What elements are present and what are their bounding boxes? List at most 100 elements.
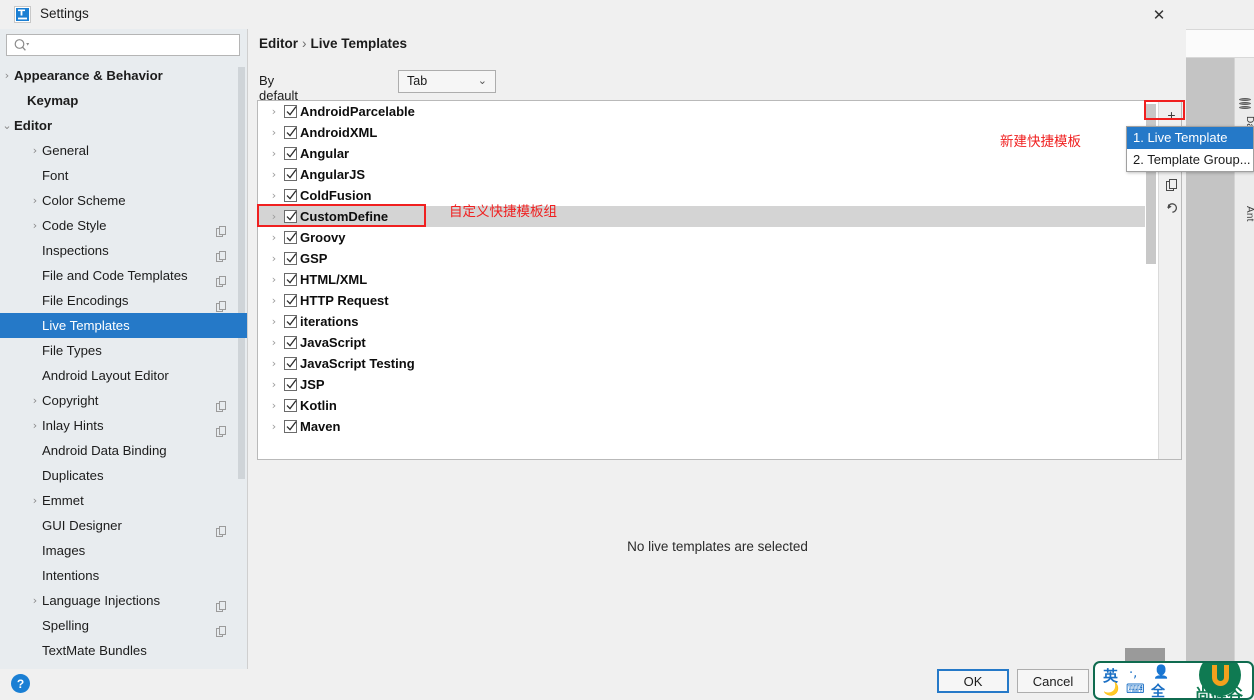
sidebar-item-textmate-bundles[interactable]: TextMate Bundles: [0, 638, 247, 663]
template-group-checkbox[interactable]: [284, 252, 297, 265]
sidebar-item-copyright[interactable]: › Copyright: [0, 388, 247, 413]
ime-toolbar[interactable]: 英 ·, 👤 🌙 ⌨ 全 尚硅谷: [1093, 661, 1254, 700]
chevron-right-icon[interactable]: ›: [268, 227, 280, 248]
ok-button[interactable]: OK: [937, 669, 1009, 693]
sidebar-item-file-types[interactable]: File Types: [0, 338, 247, 363]
template-group-checkbox[interactable]: [284, 189, 297, 202]
template-group-checkbox[interactable]: [284, 315, 297, 328]
sidebar-item-keymap[interactable]: Keymap: [0, 88, 247, 113]
template-group-checkbox[interactable]: [284, 336, 297, 349]
keyboard-icon[interactable]: ⌨: [1126, 682, 1145, 697]
template-group-row[interactable]: › JSP: [258, 374, 1145, 395]
chevron-right-icon[interactable]: ›: [29, 213, 41, 238]
search-input[interactable]: [33, 35, 233, 55]
sidebar-item-android-layout-editor[interactable]: Android Layout Editor: [0, 363, 247, 388]
user-icon[interactable]: 👤: [1153, 665, 1169, 680]
sidebar-item-spelling[interactable]: Spelling: [0, 613, 247, 638]
template-group-checkbox[interactable]: [284, 273, 297, 286]
template-group-checkbox[interactable]: [284, 147, 297, 160]
rail-tab-ant[interactable]: Ant: [1235, 206, 1254, 222]
add-menu-item-1[interactable]: 1. Live Template: [1127, 127, 1253, 149]
template-group-checkbox[interactable]: [284, 231, 297, 244]
chevron-right-icon[interactable]: ›: [29, 588, 41, 613]
template-group-row[interactable]: › Groovy: [258, 227, 1145, 248]
sidebar-item-file-encodings[interactable]: File Encodings: [0, 288, 247, 313]
template-group-checkbox[interactable]: [284, 210, 297, 223]
template-group-row[interactable]: › HTML/XML: [258, 269, 1145, 290]
template-group-row[interactable]: › JavaScript Testing: [258, 353, 1145, 374]
template-group-checkbox[interactable]: [284, 420, 297, 433]
chevron-right-icon[interactable]: ›: [29, 413, 41, 438]
chevron-right-icon[interactable]: ›: [268, 353, 280, 374]
template-groups-list[interactable]: › AndroidParcelable › AndroidXML › Angular › An…: [258, 101, 1145, 459]
expand-with-select[interactable]: Tab ⌄: [398, 70, 496, 93]
add-menu-item-2[interactable]: 2. Template Group...: [1127, 149, 1253, 171]
sidebar-item-emmet[interactable]: › Emmet: [0, 488, 247, 513]
add-template-button[interactable]: +: [1162, 105, 1181, 124]
sidebar-item-color-scheme[interactable]: › Color Scheme: [0, 188, 247, 213]
chevron-right-icon[interactable]: ›: [268, 248, 280, 269]
chevron-right-icon[interactable]: ›: [268, 122, 280, 143]
chevron-right-icon[interactable]: ›: [29, 138, 41, 163]
sidebar-item-editor[interactable]: ⌄ Editor: [0, 113, 247, 138]
punctuation-icon[interactable]: ·,: [1129, 666, 1137, 681]
sidebar-item-language-injections[interactable]: › Language Injections: [0, 588, 247, 613]
sidebar-item-android-data-binding[interactable]: Android Data Binding: [0, 438, 247, 463]
moon-icon[interactable]: 🌙: [1103, 682, 1119, 697]
template-group-row[interactable]: › iterations: [258, 311, 1145, 332]
chevron-down-icon[interactable]: ⌄: [1, 113, 13, 138]
template-group-row[interactable]: › ColdFusion: [258, 185, 1145, 206]
sidebar-item-live-templates[interactable]: Live Templates: [0, 313, 247, 338]
chevron-right-icon[interactable]: ›: [29, 388, 41, 413]
chevron-right-icon[interactable]: ›: [268, 206, 280, 227]
template-group-checkbox[interactable]: [284, 105, 297, 118]
template-group-checkbox[interactable]: [284, 378, 297, 391]
template-group-row[interactable]: › CustomDefine: [258, 206, 1145, 227]
sidebar-item-file-and-code-templates[interactable]: File and Code Templates: [0, 263, 247, 288]
template-group-checkbox[interactable]: [284, 399, 297, 412]
chevron-right-icon[interactable]: ›: [268, 332, 280, 353]
chevron-right-icon[interactable]: ›: [1, 63, 13, 88]
template-group-checkbox[interactable]: [284, 126, 297, 139]
sidebar-item-code-style[interactable]: › Code Style: [0, 213, 247, 238]
chevron-right-icon[interactable]: ›: [268, 164, 280, 185]
sidebar-item-inspections[interactable]: Inspections: [0, 238, 247, 263]
add-template-menu[interactable]: 1. Live Template 2. Template Group...: [1126, 126, 1254, 172]
template-group-row[interactable]: › HTTP Request: [258, 290, 1145, 311]
sidebar-item-inlay-hints[interactable]: › Inlay Hints: [0, 413, 247, 438]
copy-template-button[interactable]: [1162, 175, 1181, 194]
breadcrumb-root[interactable]: Editor: [259, 36, 298, 51]
template-group-row[interactable]: › AndroidParcelable: [258, 101, 1145, 122]
template-group-row[interactable]: › GSP: [258, 248, 1145, 269]
template-group-row[interactable]: › Kotlin: [258, 395, 1145, 416]
sidebar-item-font[interactable]: Font: [0, 163, 247, 188]
help-question-icon[interactable]: ?: [11, 674, 30, 693]
chevron-right-icon[interactable]: ›: [268, 311, 280, 332]
template-group-row[interactable]: › Maven: [258, 416, 1145, 437]
chevron-right-icon[interactable]: ›: [268, 374, 280, 395]
sidebar-item-intentions[interactable]: Intentions: [0, 563, 247, 588]
chevron-right-icon[interactable]: ›: [268, 269, 280, 290]
template-group-checkbox[interactable]: [284, 168, 297, 181]
chevron-right-icon[interactable]: ›: [268, 416, 280, 437]
ime-fullwidth-label[interactable]: 全: [1151, 681, 1165, 698]
chevron-right-icon[interactable]: ›: [29, 188, 41, 213]
chevron-right-icon[interactable]: ›: [29, 488, 41, 513]
chevron-right-icon[interactable]: ›: [268, 101, 280, 122]
settings-category-tree[interactable]: › Appearance & Behavior Keymap ⌄ Editor › Gene…: [0, 63, 247, 668]
sidebar-item-duplicates[interactable]: Duplicates: [0, 463, 247, 488]
template-group-row[interactable]: › JavaScript: [258, 332, 1145, 353]
search-field[interactable]: [6, 34, 240, 56]
sidebar-item-appearance-behavior[interactable]: › Appearance & Behavior: [0, 63, 247, 88]
template-group-checkbox[interactable]: [284, 357, 297, 370]
chevron-right-icon[interactable]: ›: [268, 143, 280, 164]
revert-arrow-icon[interactable]: [1162, 199, 1181, 218]
chevron-right-icon[interactable]: ›: [268, 395, 280, 416]
template-group-checkbox[interactable]: [284, 294, 297, 307]
sidebar-item-general[interactable]: › General: [0, 138, 247, 163]
template-group-row[interactable]: › AngularJS: [258, 164, 1145, 185]
chevron-right-icon[interactable]: ›: [268, 290, 280, 311]
close-icon[interactable]: ✕: [1143, 3, 1175, 27]
chevron-right-icon[interactable]: ›: [268, 185, 280, 206]
sidebar-item-images[interactable]: Images: [0, 538, 247, 563]
